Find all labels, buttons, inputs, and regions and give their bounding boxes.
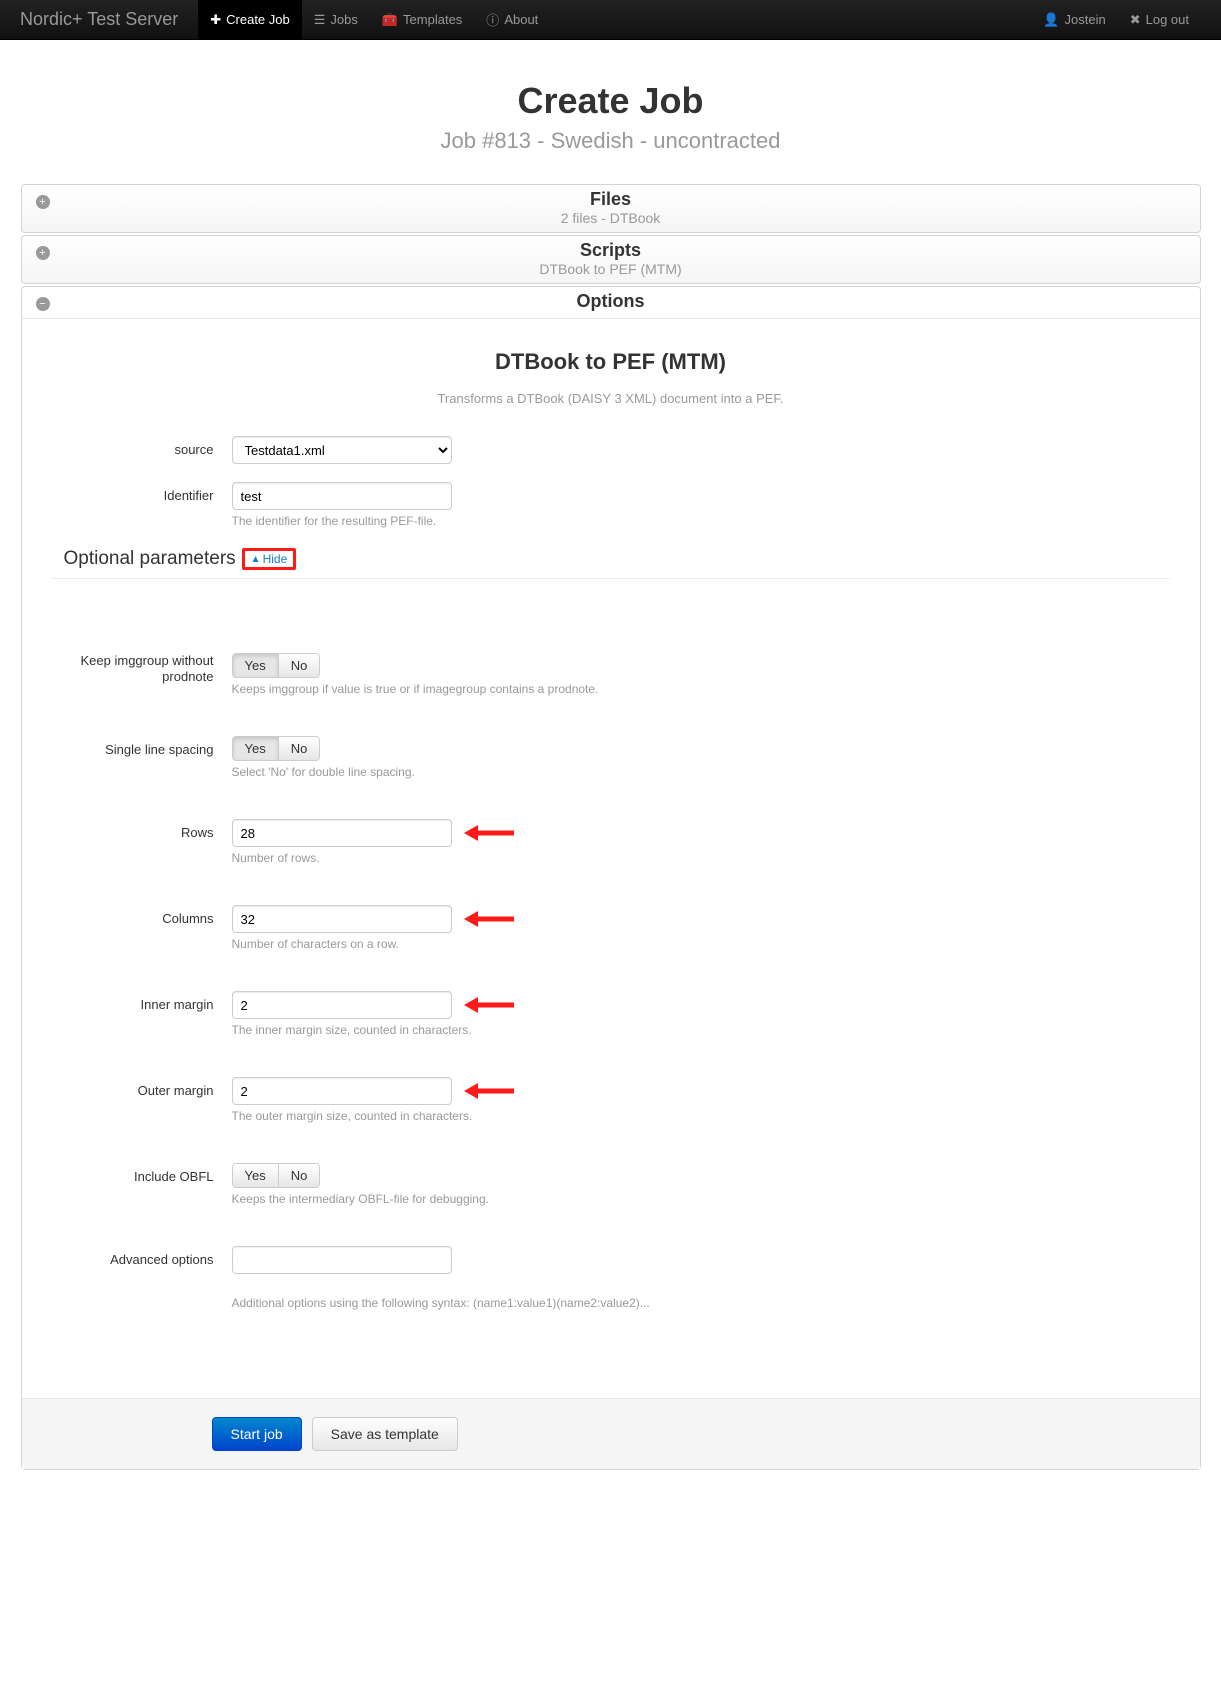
annotation-arrow-icon (464, 905, 514, 933)
row-outer-margin: Outer margin The outer margin size, coun… (52, 1077, 1170, 1123)
row-identifier: Identifier The identifier for the result… (52, 482, 1170, 528)
brand[interactable]: Nordic+ Test Server (20, 9, 178, 30)
help-inner-margin: The inner margin size, counted in charac… (232, 1023, 472, 1037)
label-source: source (52, 436, 232, 464)
action-bar: Start job Save as template (22, 1398, 1200, 1469)
keep-imggroup-toggle: Yes No (232, 653, 321, 678)
panel-subtitle: DTBook to PEF (MTM) (32, 261, 1190, 277)
help-include-obfl: Keeps the intermediary OBFL-file for deb… (232, 1192, 489, 1206)
annotation-arrow-icon (464, 1077, 514, 1105)
panel-scripts: Scripts DTBook to PEF (MTM) (21, 235, 1201, 284)
label-include-obfl: Include OBFL (52, 1163, 232, 1191)
page-subtitle: Job #813 - Swedish - uncontracted (0, 128, 1221, 154)
row-columns: Columns Number of characters on a row. (52, 905, 1170, 951)
row-include-obfl: Include OBFL Yes No Keeps the intermedia… (52, 1163, 1170, 1206)
start-job-button[interactable]: Start job (212, 1417, 302, 1451)
label-advanced: Advanced options (52, 1246, 232, 1274)
panel-subtitle: 2 files - DTBook (32, 210, 1190, 226)
hide-toggle[interactable]: ▲ Hide (242, 548, 297, 570)
panel-title: Options (32, 291, 1190, 312)
nav-jobs[interactable]: ☰ Jobs (302, 0, 370, 39)
chevron-up-icon: ▲ (251, 554, 261, 565)
expand-icon (36, 246, 50, 260)
optional-parameters-header: Optional parameters ▲ Hide (64, 548, 1170, 570)
label-identifier: Identifier (52, 482, 232, 510)
single-line-yes[interactable]: Yes (232, 736, 279, 761)
include-obfl-toggle: Yes No (232, 1163, 321, 1188)
label-single-line: Single line spacing (52, 736, 232, 764)
row-advanced: Advanced options Additional options usin… (52, 1246, 1170, 1310)
help-keep-imggroup: Keeps imggroup if value is true or if im… (232, 682, 599, 696)
info-icon: ⓘ (486, 10, 499, 29)
panel-files-header[interactable]: Files 2 files - DTBook (22, 185, 1200, 232)
keep-imggroup-no[interactable]: No (279, 653, 321, 678)
divider (52, 578, 1170, 579)
section-title: DTBook to PEF (MTM) (52, 349, 1170, 375)
panel-files: Files 2 files - DTBook (21, 184, 1201, 233)
advanced-input[interactable] (232, 1246, 452, 1274)
help-advanced: Additional options using the following s… (232, 1296, 1170, 1310)
row-single-line: Single line spacing Yes No Select 'No' f… (52, 736, 1170, 779)
nav-label: Jobs (330, 12, 357, 27)
help-identifier: The identifier for the resulting PEF-fil… (232, 514, 452, 528)
help-outer-margin: The outer margin size, counted in charac… (232, 1109, 473, 1123)
label-keep-imggroup: Keep imggroup without prodnote (52, 653, 232, 685)
top-navbar: Nordic+ Test Server ✚ Create Job ☰ Jobs … (0, 0, 1221, 40)
page-header: Create Job Job #813 - Swedish - uncontra… (0, 80, 1221, 154)
label-inner-margin: Inner margin (52, 991, 232, 1019)
close-icon: ✖ (1130, 12, 1141, 28)
help-rows: Number of rows. (232, 851, 452, 865)
row-rows: Rows Number of rows. (52, 819, 1170, 865)
label-outer-margin: Outer margin (52, 1077, 232, 1105)
include-obfl-no[interactable]: No (279, 1163, 321, 1188)
annotation-arrow-icon (464, 819, 514, 847)
briefcase-icon: 🧰 (382, 12, 398, 28)
nav-logout[interactable]: ✖ Log out (1118, 12, 1201, 28)
page-title: Create Job (0, 80, 1221, 122)
user-name: Jostein (1065, 12, 1106, 27)
label-rows: Rows (52, 819, 232, 847)
single-line-toggle: Yes No (232, 736, 321, 761)
nav-label: Create Job (226, 12, 290, 27)
nav-about[interactable]: ⓘ About (474, 0, 550, 39)
panel-options: Options DTBook to PEF (MTM) Transforms a… (21, 286, 1201, 1470)
outer-margin-input[interactable] (232, 1077, 452, 1105)
annotation-arrow-icon (464, 991, 514, 1019)
columns-input[interactable] (232, 905, 452, 933)
hide-toggle-label: Hide (263, 552, 288, 566)
single-line-no[interactable]: No (279, 736, 321, 761)
nav-templates[interactable]: 🧰 Templates (370, 0, 474, 39)
row-source: source Testdata1.xml (52, 436, 1170, 464)
keep-imggroup-yes[interactable]: Yes (232, 653, 279, 678)
inner-margin-input[interactable] (232, 991, 452, 1019)
identifier-input[interactable] (232, 482, 452, 510)
list-icon: ☰ (314, 12, 326, 28)
include-obfl-yes[interactable]: Yes (232, 1163, 279, 1188)
source-select[interactable]: Testdata1.xml (232, 436, 452, 464)
logout-label: Log out (1146, 12, 1189, 27)
panel-title: Scripts (32, 240, 1190, 261)
panel-options-header[interactable]: Options (22, 287, 1200, 318)
nav-user[interactable]: 👤 Jostein (1031, 12, 1117, 28)
collapse-icon (36, 297, 50, 311)
section-desc: Transforms a DTBook (DAISY 3 XML) docume… (52, 391, 1170, 406)
row-keep-imggroup: Keep imggroup without prodnote Yes No Ke… (52, 653, 1170, 696)
nav-label: About (504, 12, 538, 27)
plus-icon: ✚ (210, 12, 221, 28)
nav-label: Templates (403, 12, 462, 27)
user-icon: 👤 (1043, 12, 1059, 28)
panel-options-body: DTBook to PEF (MTM) Transforms a DTBook … (22, 318, 1200, 1469)
nav-create-job[interactable]: ✚ Create Job (198, 0, 302, 39)
help-single-line: Select 'No' for double line spacing. (232, 765, 415, 779)
panel-scripts-header[interactable]: Scripts DTBook to PEF (MTM) (22, 236, 1200, 283)
expand-icon (36, 195, 50, 209)
optional-label: Optional parameters (64, 548, 236, 570)
help-columns: Number of characters on a row. (232, 937, 452, 951)
panel-title: Files (32, 189, 1190, 210)
rows-input[interactable] (232, 819, 452, 847)
save-template-button[interactable]: Save as template (312, 1417, 458, 1451)
label-columns: Columns (52, 905, 232, 933)
row-inner-margin: Inner margin The inner margin size, coun… (52, 991, 1170, 1037)
